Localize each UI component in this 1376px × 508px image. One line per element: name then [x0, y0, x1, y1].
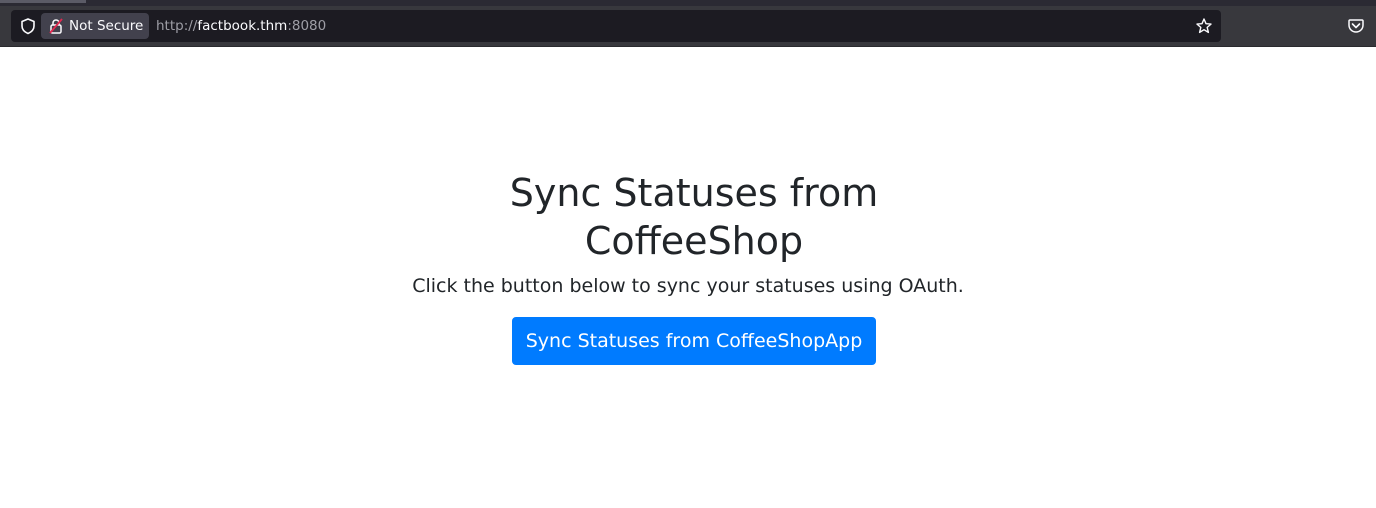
url-host: factbook.thm — [197, 18, 288, 34]
page-content: Sync Statuses from CoffeeShop Click the … — [0, 47, 1376, 508]
not-secure-label: Not Secure — [69, 18, 144, 34]
page-title: Sync Statuses from CoffeeShop — [509, 171, 879, 263]
tab-strip — [0, 0, 1376, 6]
sync-statuses-button[interactable]: Sync Statuses from CoffeeShopApp — [512, 317, 876, 365]
url-port: :8080 — [287, 18, 327, 34]
insecure-lock-icon — [49, 18, 63, 34]
site-security-indicator[interactable]: Not Secure — [41, 13, 149, 39]
active-tab-indicator[interactable] — [0, 0, 86, 3]
url-bar[interactable]: Not Secure http://factbook.thm:8080 — [11, 10, 1221, 42]
star-icon[interactable] — [1195, 17, 1213, 35]
browser-toolbar: Not Secure http://factbook.thm:8080 — [0, 0, 1376, 47]
page-description: Click the button below to sync your stat… — [412, 275, 964, 297]
shield-icon[interactable] — [19, 17, 37, 35]
url-text[interactable]: http://factbook.thm:8080 — [156, 18, 326, 34]
url-scheme: http:// — [156, 18, 198, 34]
pocket-icon[interactable] — [1347, 17, 1365, 35]
